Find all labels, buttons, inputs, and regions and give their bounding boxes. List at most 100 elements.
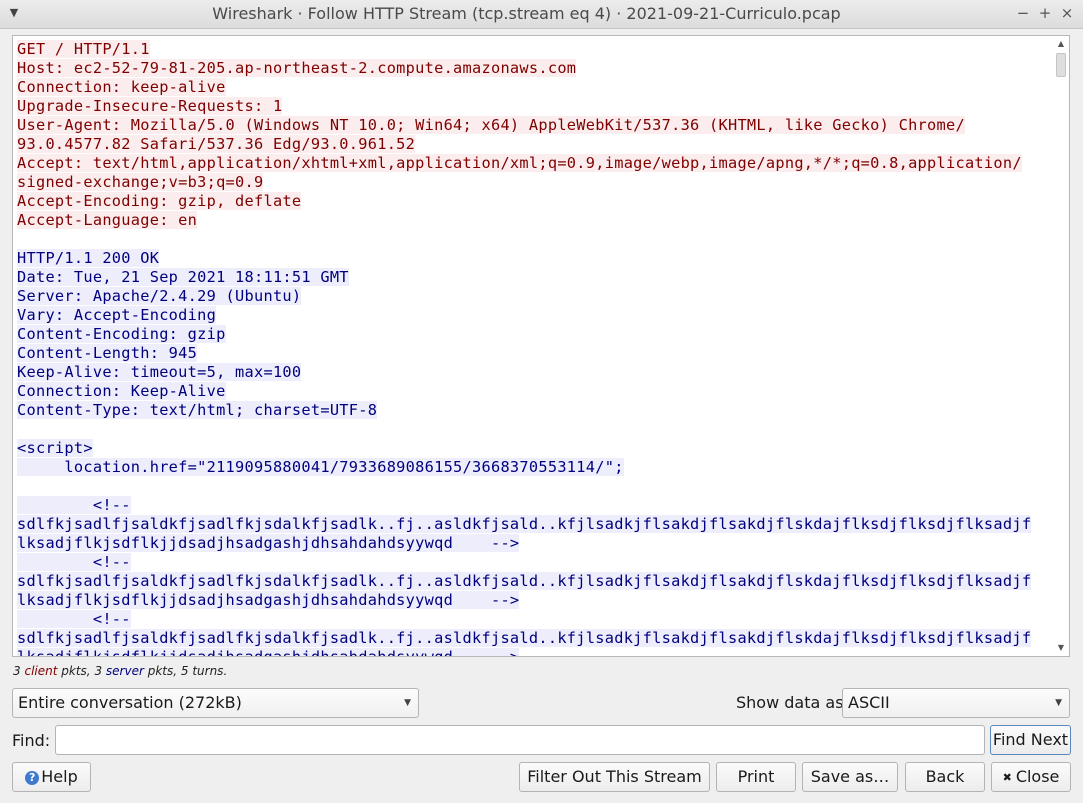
print-button[interactable]: Print: [716, 762, 796, 792]
stream-text: 93.0.4577.82 Safari/537.36 Edg/93.0.961.…: [17, 135, 416, 153]
client-line: signed-exchange;v=b3;q=0.9: [17, 173, 1049, 192]
server-line: lksadjflkjsdflkjjdsadjhsadgashjdhsahdahd…: [17, 648, 1049, 656]
find-next-button[interactable]: Find Next: [990, 725, 1071, 755]
help-button[interactable]: ? Help: [12, 762, 91, 792]
client-line: Upgrade-Insecure-Requests: 1: [17, 97, 1049, 116]
stream-text: lksadjflkjsdflkjjdsadjhsadgashjdhsahdahd…: [17, 591, 520, 609]
server-line: [17, 420, 1049, 439]
find-label: Find:: [12, 731, 51, 750]
stream-text: Content-Length: 945: [17, 344, 198, 362]
save-as-label: Save as…: [810, 767, 890, 786]
close-x-icon: ✖: [1002, 771, 1012, 784]
stream-text: Content-Encoding: gzip: [17, 325, 226, 343]
stats-tail: pkts, 5 turns.: [147, 664, 228, 678]
client-label: client: [24, 664, 58, 678]
stream-text: Connection: keep-alive: [17, 78, 226, 96]
stream-stats: 3 client pkts, 3 server pkts, 5 turns.: [13, 664, 227, 678]
server-line: Content-Encoding: gzip: [17, 325, 1049, 344]
client-line: Connection: keep-alive: [17, 78, 1049, 97]
print-label: Print: [737, 767, 775, 786]
find-input[interactable]: [55, 725, 985, 755]
close-button[interactable]: ✖ Close: [991, 762, 1071, 792]
stream-text: sdlfkjsadlfjsaldkfjsadlfkjsdalkfjsadlk..…: [17, 515, 1032, 533]
stream-text: lksadjflkjsdflkjjdsadjhsadgashjdhsahdahd…: [17, 648, 520, 656]
server-line: lksadjflkjsdflkjjdsadjhsadgashjdhsahdahd…: [17, 591, 1049, 610]
stream-content: GET / HTTP/1.1 Host: ec2-52-79-81-205.ap-…: [17, 40, 1049, 656]
back-button[interactable]: Back: [905, 762, 985, 792]
client-line: Accept: text/html,application/xhtml+xml,…: [17, 154, 1049, 173]
stream-text: Host: ec2-52-79-81-205.ap-northeast-2.co…: [17, 59, 577, 77]
scroll-thumb[interactable]: [1056, 53, 1066, 77]
filter-out-stream-button[interactable]: Filter Out This Stream: [519, 762, 710, 792]
vertical-scrollbar[interactable]: ▲ ▼: [1054, 37, 1068, 655]
window-menu-chevron-down-icon[interactable]: ▼: [6, 5, 22, 21]
find-next-label: Find Next: [992, 730, 1069, 749]
stats-middle: pkts,: [61, 664, 91, 678]
scroll-down-arrow-icon[interactable]: ▼: [1054, 641, 1068, 655]
help-label: Help: [41, 767, 78, 786]
stream-text: User-Agent: Mozilla/5.0 (Windows NT 10.0…: [17, 116, 965, 134]
client-line: Accept-Language: en: [17, 211, 1049, 230]
show-data-value: ASCII: [848, 693, 890, 712]
server-line: [17, 230, 1049, 249]
maximize-icon[interactable]: +: [1036, 4, 1054, 22]
server-line: location.href="2119095880041/79336890861…: [17, 458, 1049, 477]
stream-text: Accept-Encoding: gzip, deflate: [17, 192, 302, 210]
server-line: <script>: [17, 439, 1049, 458]
stream-text: Vary: Accept-Encoding: [17, 306, 217, 324]
scroll-up-arrow-icon[interactable]: ▲: [1054, 37, 1068, 51]
client-line: 93.0.4577.82 Safari/537.36 Edg/93.0.961.…: [17, 135, 1049, 154]
server-line: Keep-Alive: timeout=5, max=100: [17, 363, 1049, 382]
stream-text: <script>: [17, 439, 93, 457]
stream-text: HTTP/1.1 200 OK: [17, 249, 160, 267]
chevron-down-icon: ▼: [404, 698, 411, 708]
chevron-down-icon: ▼: [1055, 698, 1062, 708]
close-label: Close: [1015, 767, 1060, 786]
stream-text: Accept: text/html,application/xhtml+xml,…: [17, 154, 1022, 172]
close-window-icon[interactable]: ×: [1058, 4, 1076, 22]
conversation-select[interactable]: Entire conversation (272kB) ▼: [12, 688, 419, 718]
client-line: User-Agent: Mozilla/5.0 (Windows NT 10.0…: [17, 116, 1049, 135]
server-line: <!--: [17, 553, 1049, 572]
stream-text: <!--: [17, 610, 131, 628]
stream-text: Upgrade-Insecure-Requests: 1: [17, 97, 283, 115]
stream-text: lksadjflkjsdflkjjdsadjhsadgashjdhsahdahd…: [17, 534, 520, 552]
stream-text: GET / HTTP/1.1: [17, 40, 150, 58]
client-line: Host: ec2-52-79-81-205.ap-northeast-2.co…: [17, 59, 1049, 78]
stream-text: <!--: [17, 496, 131, 514]
server-line: lksadjflkjsdflkjjdsadjhsadgashjdhsahdahd…: [17, 534, 1049, 553]
title-bar[interactable]: ▼ Wireshark · Follow HTTP Stream (tcp.st…: [0, 0, 1083, 29]
server-line: Connection: Keep-Alive: [17, 382, 1049, 401]
server-line: sdlfkjsadlfjsaldkfjsadlfkjsdalkfjsadlk..…: [17, 629, 1049, 648]
show-data-select[interactable]: ASCII ▼: [842, 688, 1070, 718]
server-line: sdlfkjsadlfjsaldkfjsadlfkjsdalkfjsadlk..…: [17, 515, 1049, 534]
server-label: server: [105, 664, 144, 678]
stream-text: location.href="2119095880041/79336890861…: [17, 458, 624, 476]
client-line: GET / HTTP/1.1: [17, 40, 1049, 59]
server-line: <!--: [17, 610, 1049, 629]
stream-text: Server: Apache/2.4.29 (Ubuntu): [17, 287, 302, 305]
save-as-button[interactable]: Save as…: [802, 762, 898, 792]
server-line: Server: Apache/2.4.29 (Ubuntu): [17, 287, 1049, 306]
client-pkt-count: 3: [13, 664, 21, 678]
server-line: sdlfkjsadlfjsaldkfjsadlfkjsdalkfjsadlk..…: [17, 572, 1049, 591]
stream-text: sdlfkjsadlfjsaldkfjsadlfkjsdalkfjsadlk..…: [17, 572, 1032, 590]
server-pkt-count: 3: [94, 664, 103, 678]
stream-text: sdlfkjsadlfjsaldkfjsadlfkjsdalkfjsadlk..…: [17, 629, 1032, 647]
server-line: Vary: Accept-Encoding: [17, 306, 1049, 325]
server-line: <!--: [17, 496, 1049, 515]
server-line: HTTP/1.1 200 OK: [17, 249, 1049, 268]
conversation-select-value: Entire conversation (272kB): [18, 693, 242, 712]
server-line: [17, 477, 1049, 496]
help-circle-icon: ?: [25, 771, 40, 785]
stream-text: Connection: Keep-Alive: [17, 382, 226, 400]
minimize-icon[interactable]: −: [1014, 4, 1032, 22]
show-data-label: Show data as: [736, 693, 844, 712]
back-label: Back: [925, 767, 965, 786]
stream-text-area[interactable]: GET / HTTP/1.1 Host: ec2-52-79-81-205.ap-…: [12, 35, 1070, 657]
filter-out-label: Filter Out This Stream: [527, 767, 702, 786]
stream-text: Accept-Language: en: [17, 211, 198, 229]
window-title: Wireshark · Follow HTTP Stream (tcp.stre…: [212, 4, 841, 23]
server-line: Content-Type: text/html; charset=UTF-8: [17, 401, 1049, 420]
stream-text: Keep-Alive: timeout=5, max=100: [17, 363, 302, 381]
